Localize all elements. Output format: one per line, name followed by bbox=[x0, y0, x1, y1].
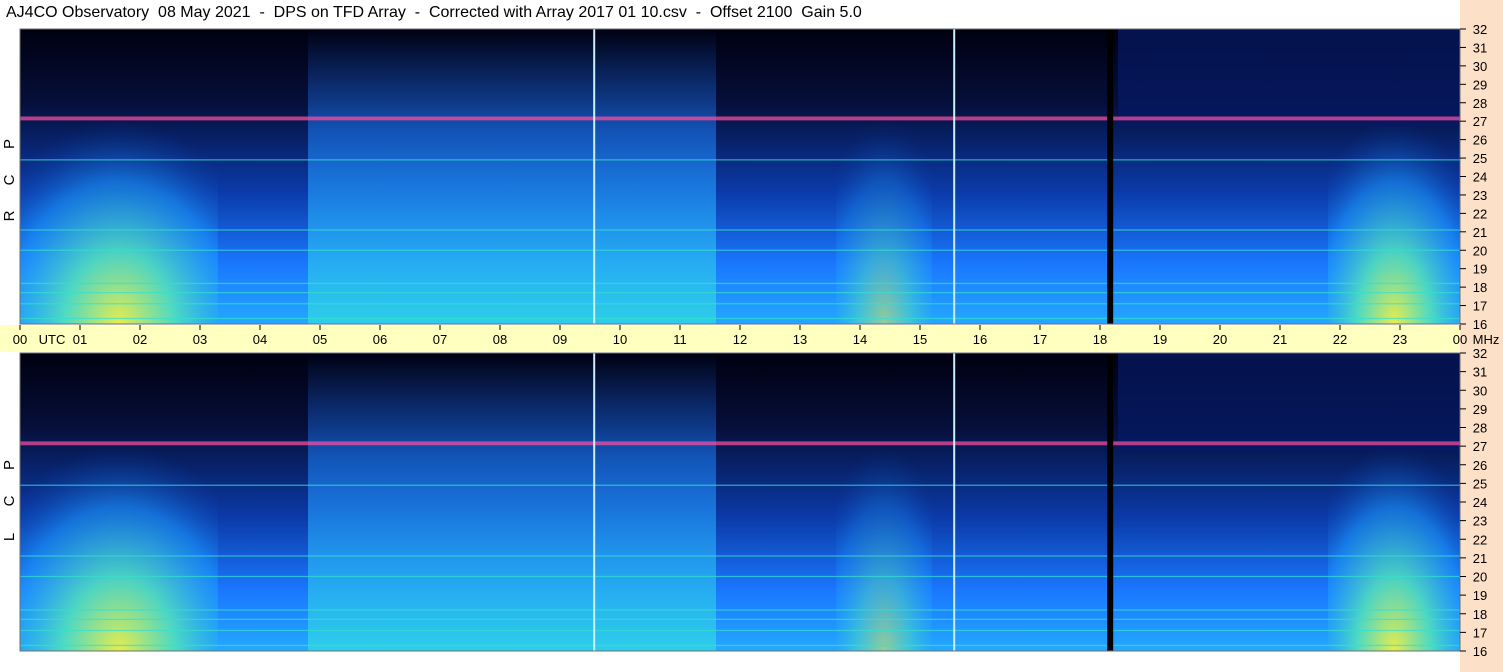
frequency-tick-label: 18 bbox=[1473, 607, 1487, 622]
polarization-letter: C bbox=[1, 495, 18, 506]
spectrogram-panel-top: P C R 32 31 30 29 28 27 26 25 24 23 22 21 20 19 18 17 16 bbox=[1, 22, 1487, 332]
polarization-letter: C bbox=[1, 174, 18, 185]
daytime-noise-region bbox=[308, 29, 716, 324]
frequency-tick-label: 18 bbox=[1473, 280, 1487, 295]
time-tick-label: 18 bbox=[1093, 332, 1107, 347]
frequency-tick-label: 21 bbox=[1473, 551, 1487, 566]
frequency-tick-label: 20 bbox=[1473, 243, 1487, 258]
spectrogram-panel-bottom: P C L 32 31 30 29 28 27 26 25 24 23 22 21 20 19 18 17 16 bbox=[1, 346, 1487, 659]
frequency-tick-label: 29 bbox=[1473, 77, 1487, 92]
frequency-tick-label: 19 bbox=[1473, 262, 1487, 277]
frequency-tick-label: 32 bbox=[1473, 346, 1487, 361]
emission-region bbox=[836, 69, 932, 324]
time-tick-label: 05 bbox=[313, 332, 327, 347]
time-tick-label: 07 bbox=[433, 332, 447, 347]
night-striped-region bbox=[1118, 29, 1460, 127]
time-tick-label: 16 bbox=[973, 332, 987, 347]
frequency-tick-label: 17 bbox=[1473, 299, 1487, 314]
time-tick-label: 23 bbox=[1393, 332, 1407, 347]
frequency-tick-label: 17 bbox=[1473, 625, 1487, 640]
frequency-tick-label: 28 bbox=[1473, 96, 1487, 111]
frequency-tick-label: 25 bbox=[1473, 151, 1487, 166]
frequency-tick-label: 21 bbox=[1473, 225, 1487, 240]
frequency-tick-label: 23 bbox=[1473, 514, 1487, 529]
polarization-letter: P bbox=[1, 139, 18, 149]
night-striped-region bbox=[1118, 353, 1460, 452]
frequency-tick-label: 25 bbox=[1473, 476, 1487, 491]
frequency-tick-label: 22 bbox=[1473, 532, 1487, 547]
frequency-tick-label: 30 bbox=[1473, 383, 1487, 398]
frequency-tick-label: 19 bbox=[1473, 588, 1487, 603]
time-tick-label: 12 bbox=[733, 332, 747, 347]
emission-region bbox=[836, 393, 932, 651]
mhz-unit-label: MHz bbox=[1473, 332, 1500, 347]
frequency-tick-label: 16 bbox=[1473, 644, 1487, 659]
emission-region bbox=[20, 393, 218, 651]
frequency-tick-label: 24 bbox=[1473, 170, 1487, 185]
time-tick-label: 20 bbox=[1213, 332, 1227, 347]
polarization-letter: L bbox=[1, 533, 18, 541]
frequency-tick-label: 26 bbox=[1473, 458, 1487, 473]
time-tick-label: 19 bbox=[1153, 332, 1167, 347]
time-tick-label: 08 bbox=[493, 332, 507, 347]
time-tick-label: 03 bbox=[193, 332, 207, 347]
frequency-tick-label: 23 bbox=[1473, 188, 1487, 203]
time-tick-label: 10 bbox=[613, 332, 627, 347]
frequency-tick-label: 22 bbox=[1473, 206, 1487, 221]
time-axis-band bbox=[0, 325, 1460, 352]
time-tick-label: 02 bbox=[133, 332, 147, 347]
polarization-letter: P bbox=[1, 460, 18, 470]
emission-region bbox=[20, 69, 218, 324]
frequency-tick-label: 16 bbox=[1473, 317, 1487, 332]
frequency-tick-label: 26 bbox=[1473, 133, 1487, 148]
frequency-tick-label: 30 bbox=[1473, 59, 1487, 74]
time-tick-label: 22 bbox=[1333, 332, 1347, 347]
frequency-tick-label: 29 bbox=[1473, 402, 1487, 417]
time-tick-label: 14 bbox=[853, 332, 867, 347]
time-tick-label: 06 bbox=[373, 332, 387, 347]
time-tick-label: 13 bbox=[793, 332, 807, 347]
time-tick-label: 00 bbox=[1453, 332, 1467, 347]
frequency-tick-label: 31 bbox=[1473, 365, 1487, 380]
time-tick-label: 17 bbox=[1033, 332, 1047, 347]
utc-label: UTC bbox=[39, 332, 66, 347]
frequency-tick-label: 28 bbox=[1473, 421, 1487, 436]
frequency-tick-label: 20 bbox=[1473, 570, 1487, 585]
daytime-noise-region bbox=[308, 353, 716, 651]
frequency-tick-label: 32 bbox=[1473, 22, 1487, 37]
time-tick-label: 01 bbox=[73, 332, 87, 347]
polarization-letter: R bbox=[1, 210, 18, 221]
frequency-tick-label: 27 bbox=[1473, 114, 1487, 129]
time-tick-label: 15 bbox=[913, 332, 927, 347]
time-tick-label: 04 bbox=[253, 332, 267, 347]
spectrogram-chart: P C R 32 31 30 29 28 27 26 25 24 23 22 21 20 19 18 17 16 P C L… bbox=[0, 0, 1503, 672]
time-tick-label: 00 bbox=[13, 332, 27, 347]
frequency-tick-label: 27 bbox=[1473, 439, 1487, 454]
time-tick-label: 11 bbox=[673, 332, 687, 347]
time-tick-label: 09 bbox=[553, 332, 567, 347]
time-tick-label: 21 bbox=[1273, 332, 1287, 347]
frequency-tick-label: 24 bbox=[1473, 495, 1487, 510]
frequency-tick-label: 31 bbox=[1473, 40, 1487, 55]
